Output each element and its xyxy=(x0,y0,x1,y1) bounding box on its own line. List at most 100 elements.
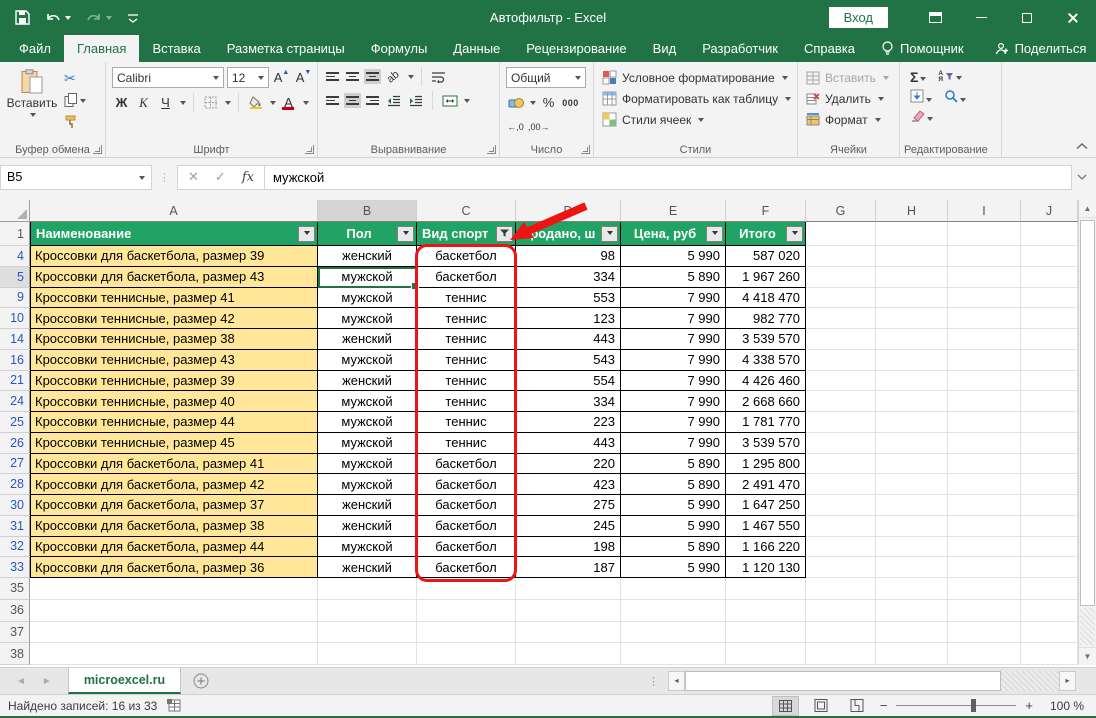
empty-cell[interactable] xyxy=(806,308,876,329)
ribbon-tab-file[interactable]: Файл xyxy=(6,35,64,62)
align-left-button[interactable] xyxy=(324,93,341,108)
cell-f28[interactable]: 2 491 470 xyxy=(726,474,806,495)
zoom-out-button[interactable]: − xyxy=(880,698,888,713)
empty-cell[interactable] xyxy=(1021,454,1078,475)
column-header-j[interactable]: J xyxy=(1021,200,1078,222)
cell-e25[interactable]: 7 990 xyxy=(621,412,726,433)
macro-record-icon[interactable] xyxy=(167,699,181,712)
clipboard-dialog-launcher-icon[interactable] xyxy=(93,145,102,154)
comma-style-button[interactable]: 000 xyxy=(561,93,580,112)
empty-cell[interactable] xyxy=(417,643,516,665)
cell-b25[interactable]: мужской xyxy=(318,412,417,433)
sign-in-button[interactable]: Вход xyxy=(829,7,888,28)
empty-cell[interactable] xyxy=(948,391,1021,412)
cell-d4[interactable]: 98 xyxy=(516,246,621,267)
row-header-28[interactable]: 28 xyxy=(0,474,30,495)
empty-cell[interactable] xyxy=(516,622,621,644)
cell-f10[interactable]: 982 770 xyxy=(726,308,806,329)
column-header-e[interactable]: E xyxy=(621,200,726,222)
empty-header-row-cell[interactable] xyxy=(876,222,948,246)
cell-c26[interactable]: теннис xyxy=(417,433,516,454)
clear-button[interactable] xyxy=(910,110,933,125)
empty-cell[interactable] xyxy=(1021,371,1078,392)
header-cell-f[interactable]: Итого xyxy=(726,222,806,246)
empty-cell[interactable] xyxy=(806,495,876,516)
empty-cell[interactable] xyxy=(948,622,1021,644)
cell-a30[interactable]: Кроссовки для баскетбола, размер 37 xyxy=(30,495,318,516)
empty-cell[interactable] xyxy=(948,643,1021,665)
cell-e31[interactable]: 5 990 xyxy=(621,516,726,537)
ribbon-tab-page-layout[interactable]: Разметка страницы xyxy=(214,35,358,62)
empty-cell[interactable] xyxy=(876,454,948,475)
empty-cell[interactable] xyxy=(948,557,1021,578)
filter-dropdown-button-f[interactable] xyxy=(786,226,803,242)
increase-decimal-button[interactable]: ←,0 xyxy=(506,117,525,136)
empty-cell[interactable] xyxy=(948,495,1021,516)
cell-e33[interactable]: 5 990 xyxy=(621,557,726,578)
cell-d28[interactable]: 423 xyxy=(516,474,621,495)
empty-cell[interactable] xyxy=(876,371,948,392)
header-cell-a[interactable]: Наименование xyxy=(30,222,318,246)
cell-c30[interactable]: баскетбол xyxy=(417,495,516,516)
empty-cell[interactable] xyxy=(876,433,948,454)
cell-b9[interactable]: мужской xyxy=(318,288,417,309)
cell-d30[interactable]: 275 xyxy=(516,495,621,516)
empty-cell[interactable] xyxy=(876,643,948,665)
scroll-down-button[interactable]: ▼ xyxy=(1079,647,1096,665)
empty-cell[interactable] xyxy=(806,371,876,392)
decrease-decimal-button[interactable]: ,00→ xyxy=(528,117,550,136)
empty-cell[interactable] xyxy=(726,643,806,665)
empty-cell[interactable] xyxy=(1021,516,1078,537)
decrease-indent-button[interactable] xyxy=(384,91,403,110)
empty-cell[interactable] xyxy=(1021,622,1078,644)
select-all-button[interactable] xyxy=(0,200,30,222)
empty-cell[interactable] xyxy=(876,622,948,644)
cell-e4[interactable]: 5 990 xyxy=(621,246,726,267)
ribbon-tab-home[interactable]: Главная xyxy=(64,35,139,62)
empty-header-row-cell[interactable] xyxy=(806,222,876,246)
fill-color-button[interactable] xyxy=(246,93,265,112)
empty-cell[interactable] xyxy=(318,622,417,644)
cell-d10[interactable]: 123 xyxy=(516,308,621,329)
number-dialog-launcher-icon[interactable] xyxy=(581,145,590,154)
empty-cell[interactable] xyxy=(1021,578,1078,600)
empty-cell[interactable] xyxy=(876,495,948,516)
align-center-button[interactable] xyxy=(344,93,361,108)
empty-cell[interactable] xyxy=(621,578,726,600)
row-header-9[interactable]: 9 xyxy=(0,288,30,309)
maximize-button[interactable] xyxy=(1004,0,1050,35)
header-cell-b[interactable]: Пол xyxy=(318,222,417,246)
empty-cell[interactable] xyxy=(948,350,1021,371)
decrease-font-button[interactable]: A▼ xyxy=(294,68,313,87)
cell-b10[interactable]: мужской xyxy=(318,308,417,329)
cell-f5[interactable]: 1 967 260 xyxy=(726,267,806,288)
cell-a33[interactable]: Кроссовки для баскетбола, размер 36 xyxy=(30,557,318,578)
font-name-select[interactable]: Calibri xyxy=(112,67,224,88)
enter-icon[interactable]: ✓ xyxy=(215,169,226,185)
empty-header-row-cell[interactable] xyxy=(948,222,1021,246)
cell-e27[interactable]: 5 890 xyxy=(621,454,726,475)
undo-button[interactable] xyxy=(45,11,71,25)
empty-cell[interactable] xyxy=(1021,412,1078,433)
cell-d27[interactable]: 220 xyxy=(516,454,621,475)
cell-a28[interactable]: Кроссовки для баскетбола, размер 42 xyxy=(30,474,318,495)
zoom-slider-thumb[interactable] xyxy=(971,699,976,712)
scroll-right-button[interactable]: ▸ xyxy=(1059,671,1076,691)
row-header-31[interactable]: 31 xyxy=(0,516,30,537)
horizontal-scrollbar[interactable]: ◂ ▸ xyxy=(668,671,1076,690)
empty-cell[interactable] xyxy=(876,600,948,622)
empty-cell[interactable] xyxy=(948,600,1021,622)
ribbon-tab-assistant[interactable]: Помощник xyxy=(868,35,977,62)
save-button[interactable] xyxy=(15,10,30,25)
empty-cell[interactable] xyxy=(1021,474,1078,495)
cell-a21[interactable]: Кроссовки теннисные, размер 39 xyxy=(30,371,318,392)
cell-d5[interactable]: 334 xyxy=(516,267,621,288)
empty-cell[interactable] xyxy=(1021,391,1078,412)
cell-c24[interactable]: теннис xyxy=(417,391,516,412)
empty-cell[interactable] xyxy=(1021,495,1078,516)
empty-cell[interactable] xyxy=(1021,246,1078,267)
formula-input[interactable]: мужской xyxy=(264,165,1072,190)
cell-c5[interactable]: баскетбол xyxy=(417,267,516,288)
underline-button[interactable]: Ч xyxy=(156,93,175,112)
empty-cell[interactable] xyxy=(806,412,876,433)
